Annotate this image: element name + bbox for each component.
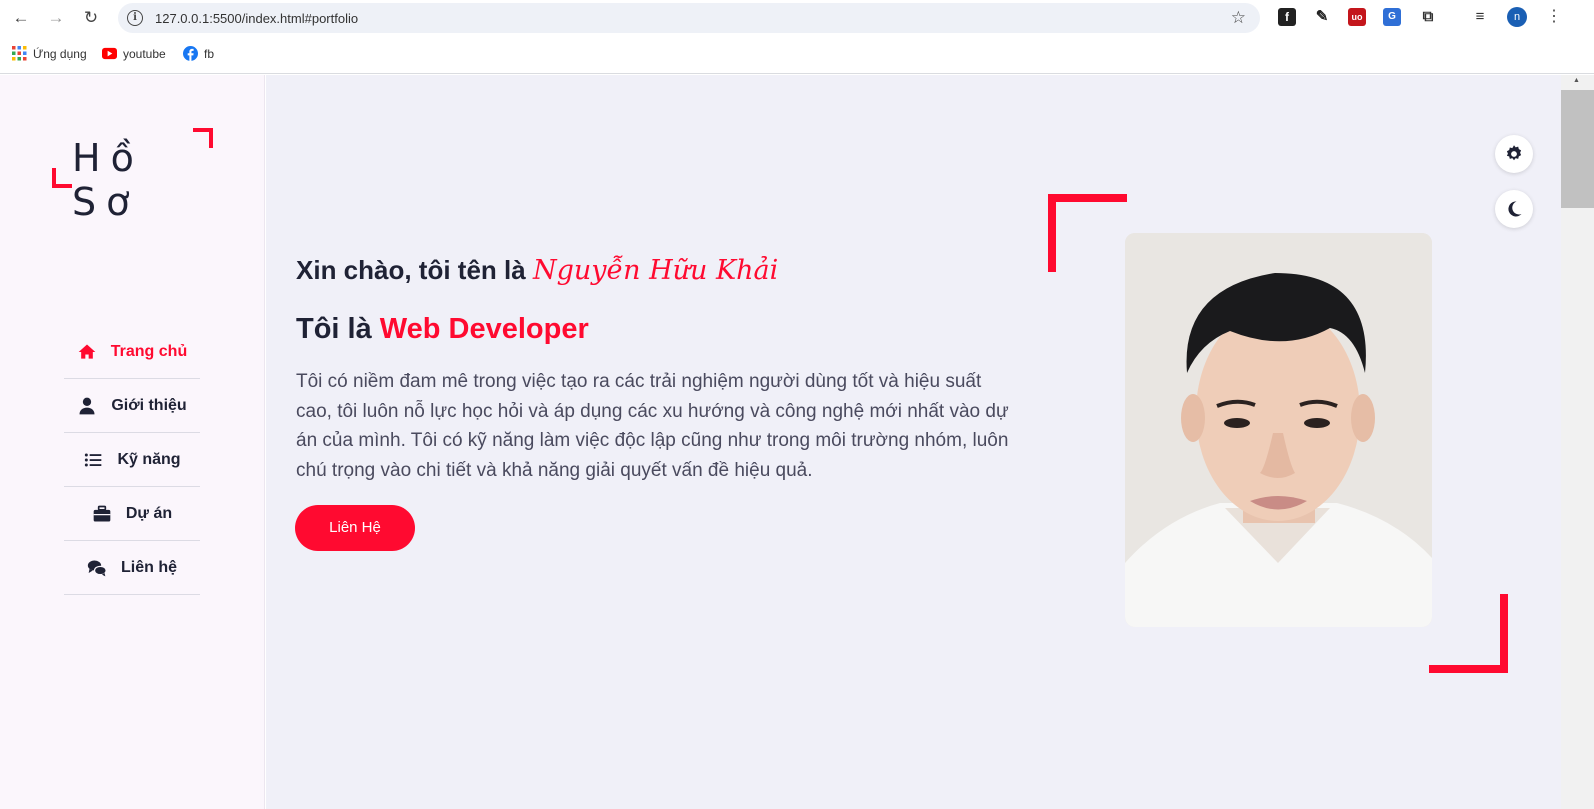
scroll-up-arrow-icon[interactable]: ▲ <box>1573 77 1580 84</box>
back-arrow-icon[interactable]: ← <box>10 8 32 30</box>
site-info-icon[interactable]: i <box>127 10 143 26</box>
url-text[interactable]: 127.0.0.1:5500/index.html#portfolio <box>155 11 358 26</box>
list-icon <box>85 453 102 466</box>
menu-item-label: Dự án <box>125 504 173 522</box>
menu-item-skills[interactable]: Kỹ năng <box>64 433 200 487</box>
menu-item-projects[interactable]: Dự án <box>64 487 200 541</box>
menu-item-label: Trang chủ <box>110 342 188 360</box>
translate-icon[interactable]: G <box>1383 8 1401 26</box>
menu-item-contact[interactable]: Liên hệ <box>64 541 200 595</box>
person-name: Nguyễn Hữu Khải <box>532 255 779 286</box>
bookmark-label: youtube <box>123 46 166 61</box>
role-prefix: Tôi là <box>296 313 372 345</box>
apps-grid-icon <box>12 46 27 61</box>
contact-button[interactable]: Liên Hệ <box>295 505 415 551</box>
extensions-puzzle-icon[interactable]: ⧉ <box>1419 8 1437 26</box>
greeting-text: Xin chào, tôi tên là <box>296 255 526 285</box>
menu-item-label: Liên hệ <box>120 558 177 576</box>
youtube-icon <box>102 47 117 60</box>
logo-corner-decoration <box>52 168 72 188</box>
photo-frame-corner-bottom-right <box>1429 594 1508 673</box>
site-logo[interactable]: Hồ Sơ <box>52 128 213 224</box>
ublock-icon[interactable]: uo <box>1348 8 1366 26</box>
browser-menu-icon[interactable]: ⋮ <box>1546 6 1562 26</box>
sidebar-menu: Trang chủ Giới thiệu Kỹ năng Dự án Liên … <box>64 325 200 595</box>
bookmark-label: Ứng dụng <box>33 46 87 61</box>
extension-fx-icon[interactable]: f <box>1278 8 1296 26</box>
bookmark-facebook[interactable]: fb <box>183 46 214 61</box>
photo-frame-corner-top-left <box>1048 194 1127 272</box>
browser-toolbar: ← → ↻ i 127.0.0.1:5500/index.html#portfo… <box>0 0 1594 36</box>
page-scrollbar[interactable]: ▲ <box>1561 75 1594 809</box>
intro-description: Tôi có niềm đam mê trong việc tạo ra các… <box>296 371 1009 481</box>
greeting-heading: Xin chào, tôi tên là Nguyễn Hữu Khải <box>296 255 778 286</box>
reload-icon[interactable]: ↻ <box>80 8 102 30</box>
bookmark-label: fb <box>204 46 215 61</box>
menu-item-label: Giới thiệu <box>111 396 187 414</box>
menu-item-home[interactable]: Trang chủ <box>64 325 200 379</box>
profile-avatar[interactable]: n <box>1507 7 1527 27</box>
scrollbar-thumb[interactable] <box>1561 90 1594 208</box>
role-title: Web Developer <box>379 313 589 345</box>
user-icon <box>79 397 95 414</box>
moon-icon <box>1508 201 1522 217</box>
facebook-icon <box>183 46 198 61</box>
bookmark-star-icon[interactable]: ☆ <box>1231 8 1246 28</box>
media-queue-icon[interactable]: ≡ <box>1471 8 1489 26</box>
profile-photo <box>1125 233 1432 627</box>
bookmark-youtube[interactable]: youtube <box>102 46 166 61</box>
briefcase-icon <box>93 505 111 521</box>
logo-text: Hồ Sơ <box>72 136 144 224</box>
settings-button[interactable] <box>1495 135 1533 173</box>
home-icon <box>78 344 96 359</box>
menu-item-about[interactable]: Giới thiệu <box>64 379 200 433</box>
address-bar[interactable]: i 127.0.0.1:5500/index.html#portfolio ☆ <box>118 3 1260 33</box>
forward-arrow-icon[interactable]: → <box>45 8 67 30</box>
bookmarks-bar: Ứng dụng youtube fb <box>0 36 1594 74</box>
dark-mode-toggle[interactable] <box>1495 190 1533 228</box>
role-heading: Tôi là Web Developer <box>296 313 589 346</box>
menu-item-label: Kỹ năng <box>117 450 181 468</box>
eyedropper-icon[interactable]: ✎ <box>1313 8 1331 26</box>
gear-icon <box>1506 145 1522 161</box>
chat-icon <box>87 560 107 576</box>
bookmark-apps[interactable]: Ứng dụng <box>12 46 87 61</box>
